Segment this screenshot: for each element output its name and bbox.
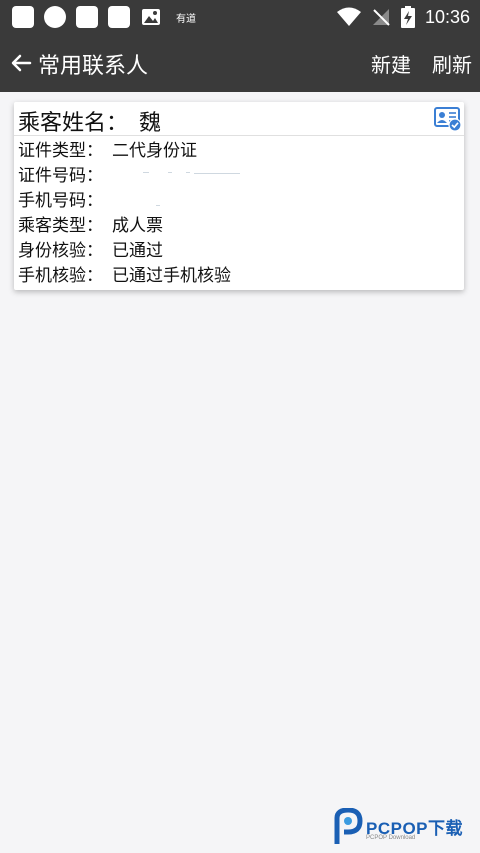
battery-charging-icon <box>400 6 415 28</box>
app-notification-icon <box>44 6 66 28</box>
passenger-card-header: 乘客姓名： 魏 <box>14 102 464 136</box>
app-bar: 常用联系人 新建 刷新 <box>0 34 480 92</box>
phone-number-row: 手机号码： <box>18 189 160 213</box>
id-type-label: 证件类型： <box>18 141 103 161</box>
notification-icons: 有道 <box>12 6 196 28</box>
id-type-row: 证件类型： 二代身份证 <box>18 139 197 163</box>
clock: 10:36 <box>424 6 470 27</box>
redaction-mark <box>186 172 190 173</box>
watermark: PCPOP下载 PCPOP Download <box>333 807 478 848</box>
redaction-mark <box>168 172 172 173</box>
app-notification-icon <box>108 6 130 28</box>
phone-verification-label: 手机核验： <box>18 266 103 286</box>
passenger-type-value: 成人票 <box>112 216 163 236</box>
page-title: 常用联系人 <box>38 54 149 79</box>
status-bar: 有道 10:36 <box>0 0 480 34</box>
phone-verification-value: 已通过手机核验 <box>112 266 231 286</box>
id-number-label: 证件号码： <box>18 166 103 186</box>
watermark-subtitle: PCPOP Download <box>366 835 416 841</box>
id-card-verified-icon[interactable] <box>434 106 462 132</box>
identity-verification-row: 身份核验： 已通过 <box>18 239 163 263</box>
phone-number-label: 手机号码： <box>18 191 103 211</box>
id-number-row: 证件号码： <box>18 164 240 188</box>
youdao-note-icon: 有道 <box>176 13 196 25</box>
redaction-mark <box>194 173 240 174</box>
refresh-button[interactable]: 刷新 <box>432 49 472 78</box>
image-icon <box>142 9 160 25</box>
app-notification-icon <box>12 6 34 28</box>
no-signal-icon <box>372 9 390 26</box>
redaction-mark <box>156 205 160 206</box>
passenger-type-label: 乘客类型： <box>18 216 103 236</box>
identity-verification-value: 已通过 <box>112 241 163 261</box>
identity-verification-label: 身份核验： <box>18 241 103 261</box>
passenger-name-label: 乘客姓名： <box>18 111 129 136</box>
app-notification-icon <box>76 6 98 28</box>
passenger-name-value: 魏 <box>139 111 162 136</box>
phone-verification-row: 手机核验： 已通过手机核验 <box>18 264 231 288</box>
pcpop-logo-icon <box>334 807 363 844</box>
wifi-icon <box>336 7 361 26</box>
redaction-mark <box>143 172 149 173</box>
back-arrow-icon[interactable] <box>10 52 32 74</box>
passenger-type-row: 乘客类型： 成人票 <box>18 214 163 238</box>
id-type-value: 二代身份证 <box>112 141 197 161</box>
passenger-card[interactable]: 乘客姓名： 魏 证件类型： 二代身份证 证件号码： 手机号码： 乘客类型： 成人… <box>14 102 464 290</box>
new-button[interactable]: 新建 <box>371 49 411 78</box>
system-icons: 10:36 <box>336 4 470 30</box>
